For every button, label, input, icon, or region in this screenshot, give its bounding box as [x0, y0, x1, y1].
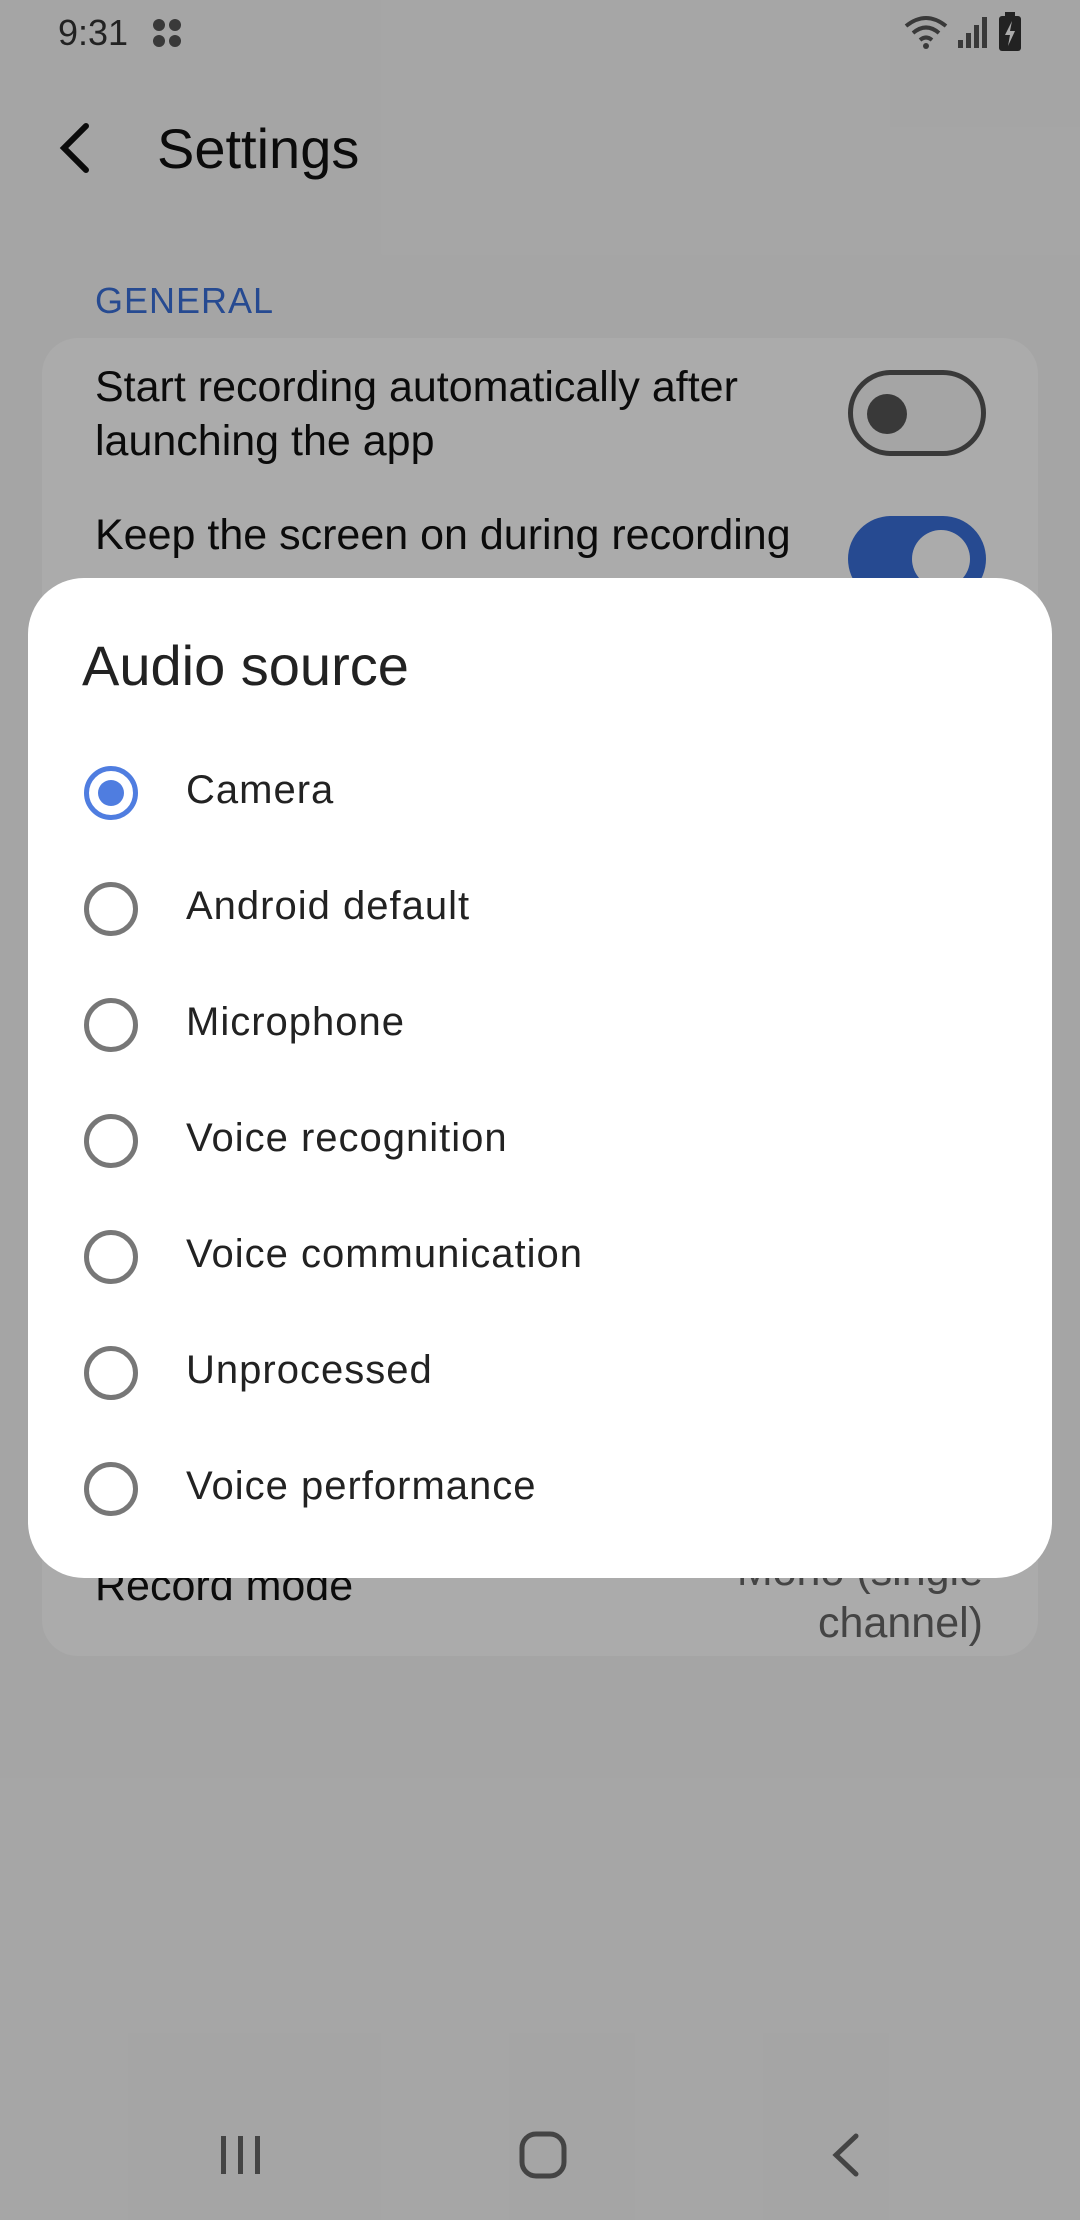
option-unprocessed[interactable]: Unprocessed [28, 1315, 1052, 1431]
option-voice-recognition[interactable]: Voice recognition [28, 1083, 1052, 1199]
option-label: Voice performance [186, 1464, 537, 1508]
dialog-title: Audio source [82, 634, 409, 697]
radio-checked[interactable] [84, 766, 138, 820]
option-voice-performance[interactable]: Voice performance [28, 1431, 1052, 1547]
option-label: Camera [186, 768, 335, 812]
radio-unchecked[interactable] [84, 998, 138, 1052]
radio-unchecked[interactable] [84, 1114, 138, 1168]
option-android-default[interactable]: Android default [28, 851, 1052, 967]
audio-source-dialog: Audio source Camera Android default Micr… [28, 578, 1052, 1578]
option-label: Android default [186, 884, 471, 928]
option-microphone[interactable]: Microphone [28, 967, 1052, 1083]
option-camera[interactable]: Camera [28, 735, 1052, 851]
radio-unchecked[interactable] [84, 1230, 138, 1284]
option-label: Voice communication [186, 1232, 583, 1276]
option-label: Unprocessed [186, 1348, 433, 1392]
radio-dot [98, 780, 124, 806]
option-label: Microphone [186, 1000, 406, 1044]
radio-unchecked[interactable] [84, 882, 138, 936]
option-voice-communication[interactable]: Voice communication [28, 1199, 1052, 1315]
option-label: Voice recognition [186, 1116, 508, 1160]
radio-unchecked[interactable] [84, 1462, 138, 1516]
radio-unchecked[interactable] [84, 1346, 138, 1400]
